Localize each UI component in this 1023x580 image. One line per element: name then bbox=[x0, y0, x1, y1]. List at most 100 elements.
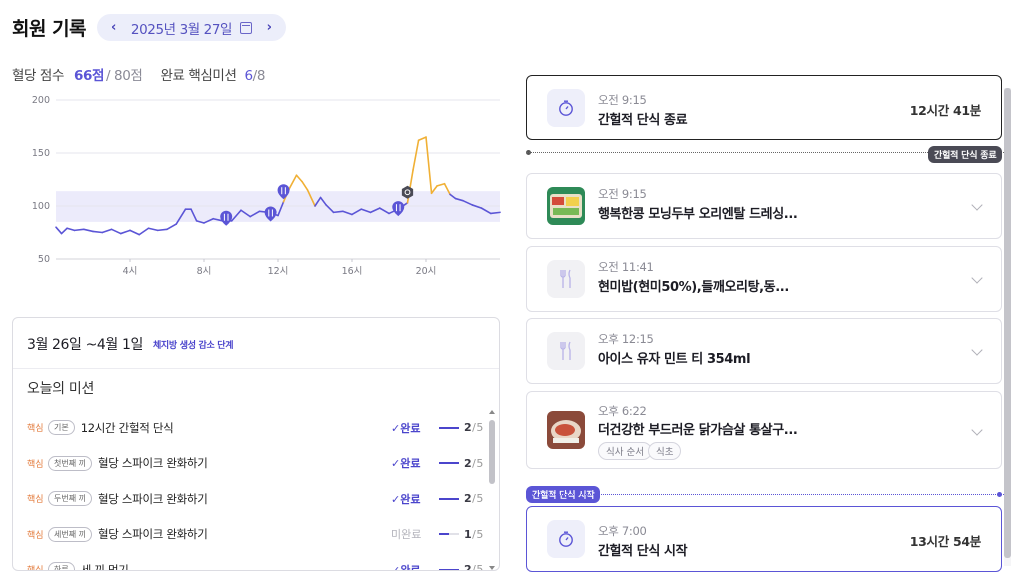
fasting-duration: 13시간 54분 bbox=[909, 534, 982, 549]
mission-progress-bar bbox=[439, 533, 459, 536]
stopwatch-icon bbox=[547, 89, 585, 127]
glucose-segment bbox=[147, 227, 159, 232]
date-navigator: ‹ 2025년 3월 27일 › bbox=[97, 14, 286, 41]
mission-label: 완료 핵심미션 bbox=[160, 68, 237, 84]
scroll-up-icon[interactable] bbox=[489, 410, 495, 414]
mission-title: 세 끼 먹기 bbox=[80, 562, 129, 571]
glucose-segment bbox=[138, 227, 150, 236]
scroll-thumb[interactable] bbox=[1004, 88, 1011, 558]
scroll-thumb[interactable] bbox=[489, 420, 495, 484]
mission-progress-bar bbox=[439, 497, 459, 500]
glucose-segment bbox=[60, 227, 68, 235]
mission-progress-fill bbox=[439, 568, 459, 570]
meal-card[interactable]: 오후 12:15 아이스 유자 민트 티 354ml bbox=[526, 318, 1002, 384]
mission-scrollbar[interactable] bbox=[489, 408, 495, 570]
x-tick-label: 4시 bbox=[123, 266, 138, 277]
core-label: 핵심 bbox=[27, 495, 44, 506]
spike-segment bbox=[436, 182, 446, 187]
glucose-segment bbox=[156, 228, 168, 232]
mission-status: ✓완료 bbox=[391, 492, 421, 506]
y-tick-label: 50 bbox=[38, 254, 50, 265]
meal-title: 행복한콩 모닝두부 오리엔탈 드레싱... bbox=[598, 207, 798, 222]
glucose-segment bbox=[82, 228, 94, 233]
meal-time: 오전 11:41 bbox=[598, 260, 654, 274]
mission-row[interactable]: 핵심 세번째 끼 혈당 스파이크 완화하기 미완료 1/5 bbox=[27, 517, 483, 553]
mission-row[interactable]: 핵심 첫번째 끼 혈당 스파이크 완화하기 ✓완료 2/5 bbox=[27, 446, 483, 482]
mission-status: ✓완료 bbox=[391, 421, 421, 435]
fasting-end-tag: 간헐적 단식 종료 bbox=[928, 146, 1003, 163]
stopwatch-icon bbox=[547, 520, 585, 558]
score-value: 66점 bbox=[73, 68, 104, 84]
mission-done: 1 bbox=[464, 527, 473, 541]
event-time: 오후 7:00 bbox=[598, 524, 647, 538]
mission-status: ✓완료 bbox=[391, 563, 421, 571]
mission-done: 2 bbox=[464, 421, 473, 435]
target-range-band bbox=[56, 191, 500, 222]
chevron-down-icon[interactable] bbox=[971, 424, 983, 436]
mission-tag: 첫번째 끼 bbox=[48, 455, 92, 471]
event-time: 오전 9:15 bbox=[598, 93, 647, 107]
x-tick-label: 16시 bbox=[342, 266, 363, 277]
mission-progress-fill bbox=[439, 462, 459, 465]
fasting-start-card[interactable]: 오후 7:00 간헐적 단식 시작 13시간 54분 bbox=[526, 506, 1002, 572]
meal-card[interactable]: 오후 6:22 더건강한 부드러운 닭가슴살 통살구... 식사 순서 식초 bbox=[526, 391, 1002, 469]
core-label: 핵심 bbox=[27, 424, 44, 435]
chevron-down-icon[interactable] bbox=[971, 199, 983, 211]
mission-phase: 체지방 생성 감소 단계 bbox=[152, 340, 234, 351]
glucose-segment bbox=[119, 229, 131, 235]
marker-dot bbox=[997, 492, 1002, 497]
timeline-scrollbar[interactable] bbox=[1004, 88, 1011, 566]
mission-total: /8 bbox=[252, 68, 266, 84]
glucose-chart: 200 150 100 50 4시 8시 12시 16시 20시 bbox=[0, 88, 510, 288]
glucose-segment bbox=[73, 228, 85, 232]
meal-card[interactable]: 오전 9:15 행복한콩 모닝두부 오리엔탈 드레싱... bbox=[526, 173, 1002, 239]
glucose-segment bbox=[110, 228, 122, 235]
mission-row[interactable]: 핵심 기본 12시간 간헐적 단식 ✓완료 2/5 bbox=[27, 410, 483, 446]
mission-card: 3월 26일 ~4월 1일 체지방 생성 감소 단계 오늘의 미션 핵심 기본 12… bbox=[12, 317, 500, 571]
meal-title: 현미밥(현미50%),들깨오리탕,동... bbox=[598, 280, 789, 295]
mission-tag: 기본 bbox=[48, 420, 75, 436]
mission-count-total: /5 bbox=[472, 527, 484, 541]
date-picker[interactable]: 2025년 3월 27일 bbox=[131, 18, 253, 38]
chevron-down-icon[interactable] bbox=[971, 344, 983, 356]
scroll-down-icon[interactable] bbox=[489, 566, 495, 570]
mission-row[interactable]: 핵심하루 세 끼 먹기 ✓완료 2/5 bbox=[27, 552, 483, 571]
meal-card[interactable]: 오전 11:41 현미밥(현미50%),들깨오리탕,동... bbox=[526, 246, 1002, 312]
spike-segment bbox=[417, 136, 427, 142]
spike-segment bbox=[425, 136, 433, 195]
meal-time: 오후 12:15 bbox=[598, 332, 654, 346]
spike-segment bbox=[301, 180, 309, 191]
utensils-icon bbox=[547, 260, 585, 298]
glucose-segment bbox=[66, 227, 76, 232]
mission-done: 2 bbox=[464, 563, 473, 571]
chevron-left-icon[interactable]: ‹ bbox=[111, 20, 116, 35]
score-label: 혈당 점수 bbox=[12, 68, 64, 84]
glucose-segment bbox=[129, 229, 141, 236]
chevron-down-icon[interactable] bbox=[971, 272, 983, 284]
mission-count-total: /5 bbox=[472, 563, 484, 571]
mission-list: 핵심 기본 12시간 간헐적 단식 ✓완료 2/5 핵심 첫번째 끼 혈당 스파이크 완화하기… bbox=[27, 410, 483, 571]
chevron-right-icon[interactable]: › bbox=[267, 20, 272, 35]
mission-done: 6 bbox=[244, 68, 253, 84]
mission-count: 1/5 bbox=[464, 528, 484, 541]
core-label: 핵심 bbox=[27, 530, 44, 541]
mission-progress-bar bbox=[439, 568, 459, 570]
mission-title: 혈당 스파이크 완화하기 bbox=[97, 456, 208, 471]
fasting-end-card[interactable]: 오전 9:15 간헐적 단식 종료 12시간 41분 bbox=[526, 75, 1002, 140]
mission-row[interactable]: 핵심 두번째 끼 혈당 스파이크 완화하기 ✓완료 2/5 bbox=[27, 481, 483, 517]
x-tick-label: 20시 bbox=[416, 266, 437, 277]
mission-count: 2/5 bbox=[464, 457, 484, 470]
spike-segment bbox=[288, 174, 298, 190]
mission-progress-bar bbox=[439, 426, 459, 429]
glucose-segment bbox=[332, 210, 344, 214]
mission-period: 3월 26일 ~4월 1일 bbox=[27, 337, 143, 353]
mission-title: 혈당 스파이크 완화하기 bbox=[97, 527, 208, 542]
divider bbox=[13, 368, 499, 369]
meal-time: 오후 6:22 bbox=[598, 404, 647, 418]
glucose-segment bbox=[489, 211, 501, 215]
mission-count: 2/5 bbox=[464, 492, 484, 505]
glucose-segment bbox=[55, 226, 63, 235]
x-tick-label: 12시 bbox=[268, 266, 289, 277]
mission-tag: 세번째 끼 bbox=[48, 526, 92, 542]
meal-time: 오전 9:15 bbox=[598, 187, 647, 201]
